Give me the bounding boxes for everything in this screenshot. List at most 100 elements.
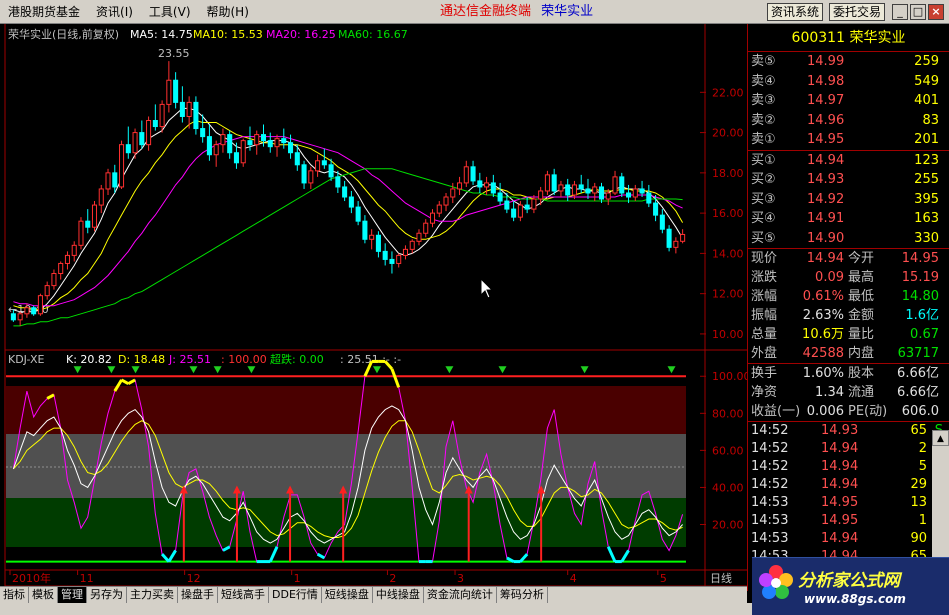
candle-body <box>146 120 152 146</box>
tab-item[interactable]: DDE行情 <box>269 587 322 603</box>
flower-logo-icon <box>759 565 793 599</box>
asks-row[interactable]: 卖① 14.95 201 <box>748 130 949 150</box>
maximize-icon[interactable]: □ <box>910 4 926 20</box>
tab-item[interactable]: 主力买卖 <box>127 587 178 603</box>
candle-body <box>139 132 145 146</box>
asks-row[interactable]: 卖② 14.96 83 <box>748 111 949 131</box>
candle-body <box>240 140 246 164</box>
bids-volume: 123 <box>914 152 939 168</box>
bids-row[interactable]: 买③ 14.92 395 <box>748 190 949 210</box>
candle-body <box>416 232 422 242</box>
stat-label: 今开 <box>848 251 875 266</box>
candle-body <box>484 182 490 188</box>
minimize-icon[interactable]: _ <box>892 4 908 20</box>
date-tick-label: 11 <box>80 572 94 585</box>
candle-body <box>538 190 544 200</box>
chart-area[interactable]: 荣华实业(日线,前复权) MA5: 14.75 MA10: 15.53 MA20… <box>0 24 747 586</box>
tab-item[interactable]: 指标 <box>0 587 29 603</box>
candle-body <box>578 184 584 190</box>
quote-stats: 现价 14.94 今开 14.95 涨跌 0.09 最高 15.19 涨幅 0.61% 最低 14.8… <box>748 249 949 363</box>
kdj-title: KDJ-XE <box>8 353 44 366</box>
kdj-j-label: J: 25.51 <box>168 353 211 366</box>
scroll-up-icon[interactable]: ▲ <box>932 430 949 446</box>
menu-help[interactable]: 帮助(H) <box>199 0 257 24</box>
date-tick-label: 5 <box>660 572 667 585</box>
stat-label: 金额 <box>848 308 875 323</box>
candle-body <box>173 79 179 103</box>
bids-row[interactable]: 买⑤ 14.90 330 <box>748 229 949 249</box>
stat-row: 现价 14.94 今开 14.95 <box>748 249 949 268</box>
bids-price: 14.93 <box>807 172 845 187</box>
candle-body <box>490 182 496 194</box>
bids-price: 14.94 <box>807 152 845 168</box>
tab-item[interactable]: 资金流向统计 <box>424 587 497 603</box>
candle-body <box>517 204 523 218</box>
stat-label: 流通 <box>848 385 875 400</box>
candle-body <box>132 132 138 154</box>
stat-row: 收益(一) 0.006 PE(动) 606.0 <box>748 402 949 421</box>
candle-body <box>308 170 314 184</box>
bids-level-label: 买⑤ <box>751 230 776 246</box>
tab-item[interactable]: 短线高手 <box>218 587 269 603</box>
stat-value: 63717 <box>897 346 939 361</box>
candle-body <box>335 176 341 188</box>
stat-value: 0.006 <box>806 404 844 419</box>
stat-label: PE(动) <box>848 404 888 419</box>
trade-button[interactable]: 委托交易 <box>829 3 886 21</box>
bids-row[interactable]: 买④ 14.91 163 <box>748 209 949 229</box>
candle-body <box>605 192 611 200</box>
tab-item[interactable]: 另存为 <box>87 587 127 603</box>
asks-price: 14.95 <box>807 132 845 147</box>
candle-body <box>125 144 131 154</box>
tick-volume: 65 <box>910 423 927 438</box>
candle-body <box>186 101 192 117</box>
bids-row[interactable]: 买② 14.93 255 <box>748 170 949 190</box>
candle-body <box>10 313 16 321</box>
stat-value: 6.66亿 <box>897 366 939 381</box>
tab-item[interactable]: 中线操盘 <box>373 587 424 603</box>
period-label[interactable]: 日线 <box>710 571 732 585</box>
asks-volume: 401 <box>914 93 939 108</box>
tab-item[interactable]: 短线操盘 <box>322 587 373 603</box>
bids-row[interactable]: 买① 14.94 123 <box>748 151 949 171</box>
candle-body <box>362 220 368 240</box>
candle-body <box>396 254 402 264</box>
bids-volume: 395 <box>914 191 939 207</box>
candle-body <box>470 166 476 182</box>
asks-level-label: 卖④ <box>751 73 776 89</box>
stat-label: 收益(一) <box>751 404 801 419</box>
candle <box>119 140 125 189</box>
candle-body <box>450 188 456 198</box>
menu-tools[interactable]: 工具(V) <box>141 0 199 24</box>
tab-item[interactable]: 筹码分析 <box>497 587 548 603</box>
price-tick-label: 22.00 <box>712 86 744 99</box>
tab-item[interactable]: 模板 <box>29 587 58 603</box>
tick-price: 14.94 <box>821 531 859 546</box>
asks-row[interactable]: 卖④ 14.98 549 <box>748 72 949 92</box>
asks-row[interactable]: 卖③ 14.97 401 <box>748 91 949 111</box>
close-icon[interactable]: × <box>928 4 944 20</box>
watermark-logo: 分析家公式网 www.88gs.com <box>752 557 949 615</box>
kdj-tick-label: 20.00 <box>712 519 744 532</box>
tick-time: 14:53 <box>751 495 789 510</box>
candle-body <box>105 172 111 190</box>
candle-body <box>598 186 605 200</box>
candle-body <box>348 196 354 208</box>
asks-row[interactable]: 卖⑤ 14.99 259 <box>748 52 949 72</box>
candle-body <box>680 233 686 242</box>
tab-item[interactable]: 管理 <box>58 587 87 603</box>
menu-info[interactable]: 资讯(I) <box>88 0 141 24</box>
candle-body <box>592 186 598 194</box>
tick-volume: 1 <box>918 513 927 528</box>
news-system-button[interactable]: 资讯系统 <box>767 3 824 21</box>
watermark-url: www.88gs.com <box>804 592 906 606</box>
asks-volume: 201 <box>914 132 939 147</box>
candle-body <box>382 250 388 260</box>
stat-value: 1.6亿 <box>905 308 939 323</box>
menu-hk-futures[interactable]: 港股期货基金 <box>0 0 88 24</box>
stat-label: 现价 <box>751 251 778 266</box>
candle-body <box>200 128 206 138</box>
kdj-tick-label: 60.00 <box>712 444 744 457</box>
candle-body <box>64 254 70 264</box>
tab-item[interactable]: 操盘手 <box>178 587 218 603</box>
